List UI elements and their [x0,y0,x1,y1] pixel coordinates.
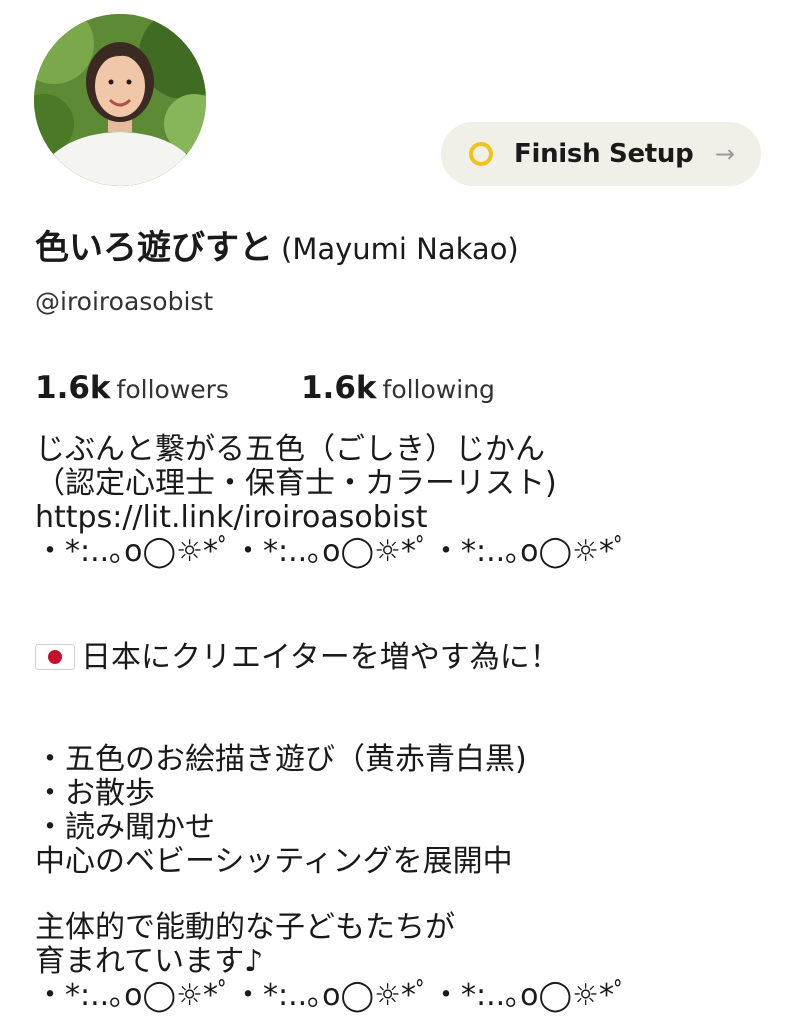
profile-photo-icon [34,14,206,186]
profile-bio: じぶんと繋がる五色（ごしき）じかん （認定心理士・保育士・カラーリスト) htt… [35,433,780,1013]
bio-line: ・読み聞かせ [35,810,215,845]
bio-line: 主体的で能動的な子どもたちが [35,910,455,945]
avatar[interactable] [34,14,206,186]
bio-line: じぶんと繋がる五色（ごしき）じかん [35,432,545,467]
followers-stat[interactable]: 1.6k followers [35,370,229,406]
real-name: (Mayumi Nakao) [281,232,519,266]
bio-flag-text: 日本にクリエイターを増やす為に！ [81,640,560,675]
bio-line: （認定心理士・保育士・カラーリスト) [35,466,557,501]
profile-stats: 1.6k followers 1.6k following [35,370,495,406]
display-name: 色いろ遊びすと [35,228,273,268]
profile-name: 色いろ遊びすと (Mayumi Nakao) [35,220,519,269]
japan-flag-icon [35,644,75,670]
arrow-right-icon: → [714,140,735,168]
bio-line: 育まれています♪ [35,944,264,979]
finish-setup-button[interactable]: Finish Setup → [441,122,761,186]
following-stat[interactable]: 1.6k following [301,370,495,406]
following-label: following [382,375,495,404]
finish-setup-label: Finish Setup [514,139,694,169]
bio-line: 中心のベビーシッティングを展開中 [35,844,513,879]
bio-line: ・五色のお絵描き遊び（黄赤青白黒) [35,742,527,777]
progress-ring-icon [469,142,493,166]
following-count: 1.6k [300,370,377,406]
bio-line: ・お散歩 [35,776,155,811]
bio-decoration: ・*:..｡o◯☼*ﾟ・*:..｡o◯☼*ﾟ・*:..｡o◯☼*ﾟ [35,534,630,569]
followers-count: 1.6k [35,370,111,406]
bio-link[interactable]: https://lit.link/iroiroasobist [35,500,428,535]
profile-handle: @iroiroasobist [35,287,214,316]
bio-line: 日本にクリエイターを増やす為に！ [35,641,780,675]
bio-decoration: ・*:..｡o◯☼*ﾟ・*:..｡o◯☼*ﾟ・*:..｡o◯☼*ﾟ [35,978,630,1013]
followers-label: followers [116,375,229,404]
